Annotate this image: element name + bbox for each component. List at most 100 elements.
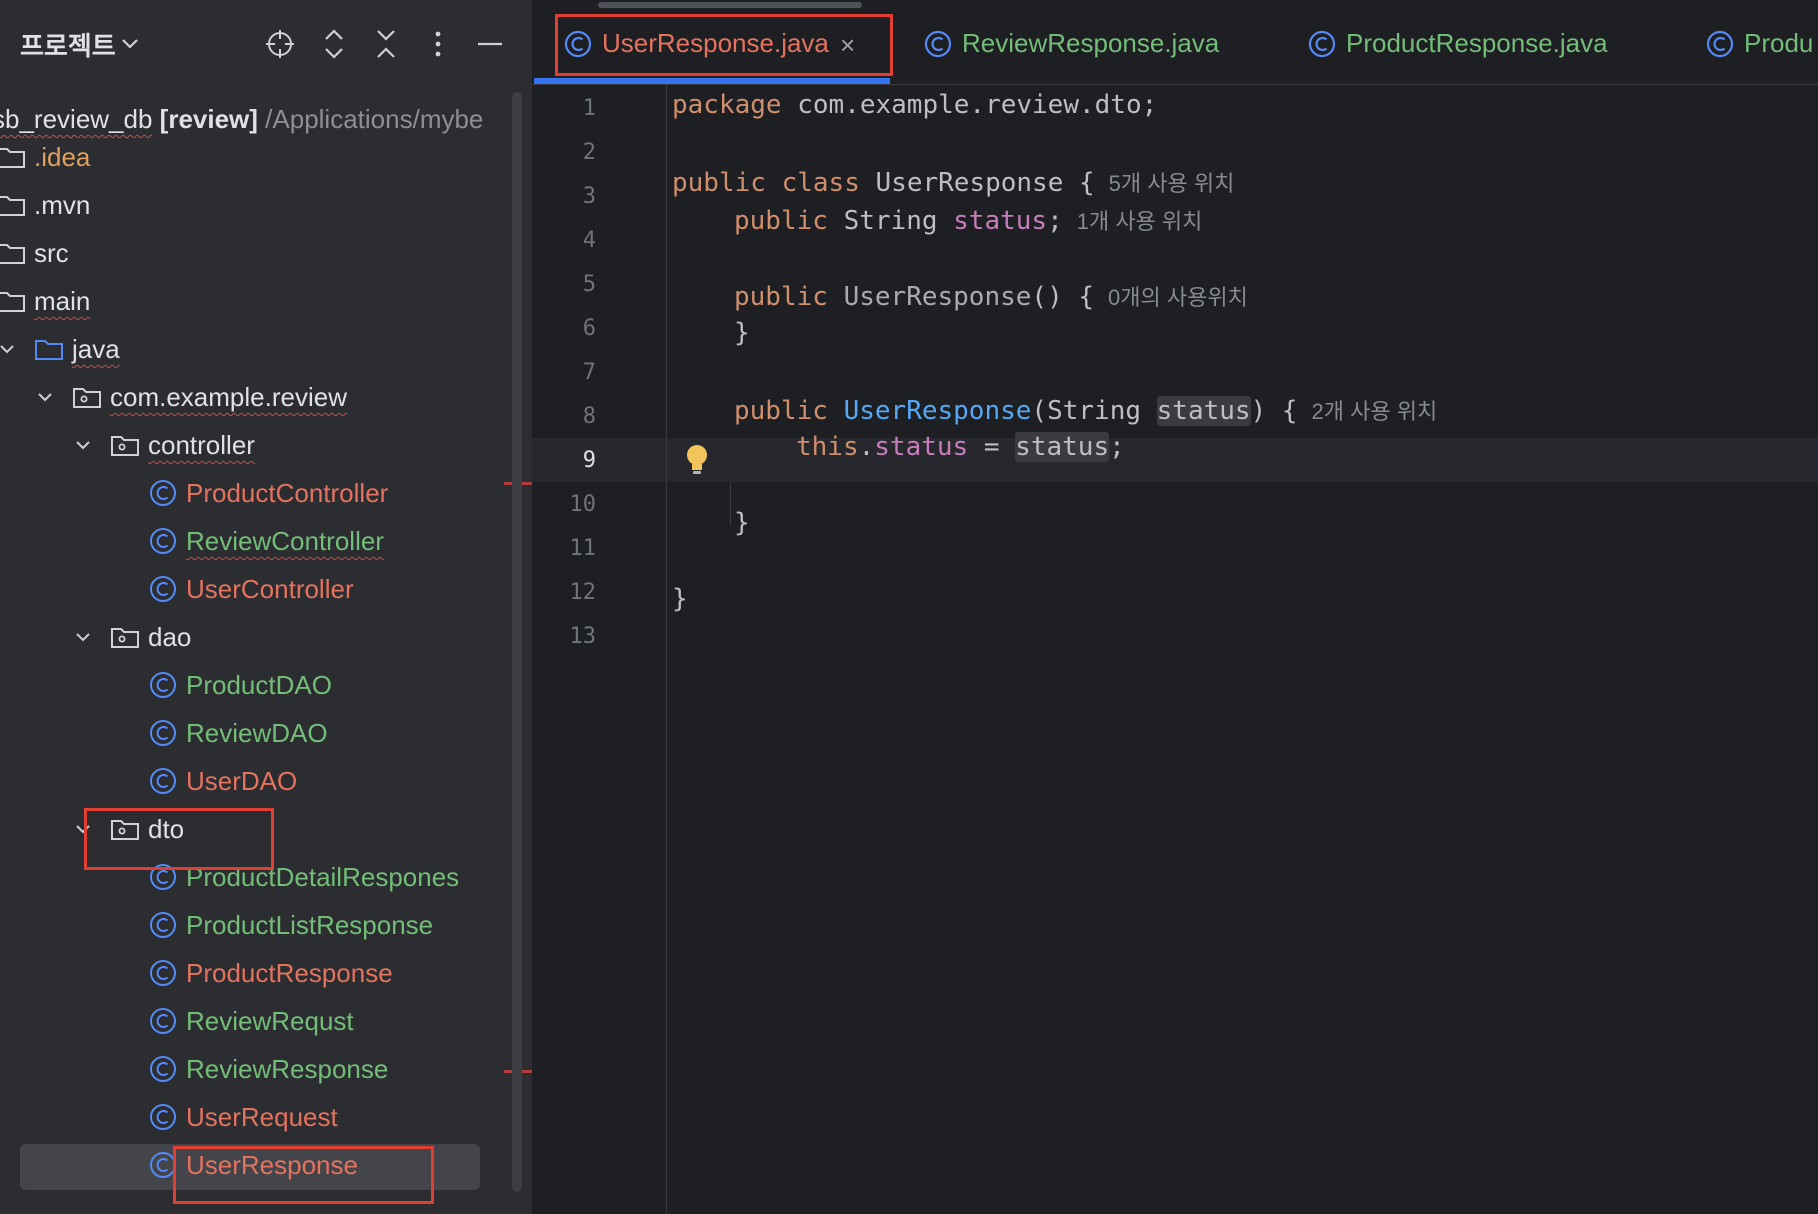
code-line-11: } bbox=[734, 508, 750, 538]
code-line-12: } bbox=[672, 584, 688, 614]
line-number[interactable]: 10 bbox=[532, 492, 597, 517]
line-number[interactable]: 13 bbox=[532, 624, 597, 649]
tree-item-reviewdao[interactable]: ReviewDAO bbox=[0, 710, 532, 756]
tree-item-productcontroller[interactable]: ProductController bbox=[0, 470, 532, 516]
tree-item-label: ProductListResponse bbox=[186, 910, 434, 940]
tree-item-label: ProductResponse bbox=[186, 958, 393, 988]
project-tree: sb_review_db [review] /Applications/mybe… bbox=[0, 0, 532, 1214]
chevron-down-icon[interactable] bbox=[74, 436, 92, 454]
project-tool-window: 프로젝트 sb_review_db [review] /Applications… bbox=[0, 0, 532, 1214]
class-icon bbox=[150, 1056, 176, 1082]
line-number[interactable]: 7 bbox=[532, 360, 596, 385]
class-icon bbox=[150, 960, 176, 986]
tab-productresponse-java[interactable]: ProductResponse.java bbox=[1298, 14, 1658, 74]
tree-scrollbar[interactable] bbox=[512, 92, 522, 1192]
class-icon bbox=[150, 768, 176, 794]
tree-item-label: ProductDAO bbox=[186, 670, 332, 700]
gutter-divider bbox=[666, 84, 667, 1214]
line-number-gutter[interactable]: 1 2 3 4 5 6 7 8 9 10 11 12 13 bbox=[532, 84, 666, 1214]
tree-item-label: controller bbox=[148, 430, 255, 460]
class-icon bbox=[150, 912, 176, 938]
lightbulb-icon[interactable] bbox=[684, 443, 710, 477]
tree-item-controller[interactable]: controller bbox=[0, 422, 532, 468]
annotation-box-dto-package bbox=[84, 808, 274, 870]
tree-item-label: UserController bbox=[186, 574, 354, 604]
class-icon bbox=[150, 1008, 176, 1034]
tree-item-mvn[interactable]: .mvn bbox=[0, 182, 532, 228]
code-line-7: } bbox=[734, 318, 750, 348]
tree-item-reviewcontroller[interactable]: ReviewController bbox=[0, 518, 532, 564]
tree-item-label: ProductController bbox=[186, 478, 389, 508]
tree-item-reviewrequst[interactable]: ReviewRequst bbox=[0, 998, 532, 1044]
tree-item-userrequest[interactable]: UserRequest bbox=[0, 1094, 532, 1140]
folder-icon bbox=[0, 148, 25, 168]
class-icon bbox=[150, 576, 176, 602]
folder-icon bbox=[0, 196, 25, 216]
class-icon bbox=[150, 672, 176, 698]
package-icon bbox=[111, 628, 139, 648]
tree-item-idea[interactable]: .idea bbox=[0, 134, 532, 180]
tree-item-productresponse[interactable]: ProductResponse bbox=[0, 950, 532, 996]
tree-item-label: .idea bbox=[34, 142, 91, 172]
line-number[interactable]: 5 bbox=[532, 272, 596, 297]
line-number[interactable]: 12 bbox=[532, 580, 597, 605]
tree-item-src[interactable]: src bbox=[0, 230, 532, 276]
line-number[interactable]: 9 bbox=[532, 448, 596, 473]
project-root-name: sb_review_db bbox=[0, 104, 153, 134]
tab-label: ProductResponse.java bbox=[1346, 28, 1608, 58]
usages-inlay-hint[interactable]: 5개 사용 위치 bbox=[1109, 171, 1235, 196]
code-line-6: public UserResponse() {0개의 사용위치 bbox=[734, 282, 1248, 312]
tree-item-userdao[interactable]: UserDAO bbox=[0, 758, 532, 804]
current-line-highlight bbox=[532, 438, 1818, 482]
class-icon bbox=[1706, 30, 1734, 58]
code-line-10: this.status = status; bbox=[796, 432, 1125, 462]
line-number[interactable]: 4 bbox=[532, 228, 596, 253]
annotation-box-active-tab bbox=[555, 14, 893, 76]
source-folder-icon bbox=[35, 340, 63, 360]
chevron-down-icon[interactable] bbox=[74, 628, 92, 646]
project-root-path: /Applications/mybe bbox=[265, 104, 484, 134]
usages-inlay-hint[interactable]: 0개의 사용위치 bbox=[1108, 285, 1248, 310]
chevron-down-icon[interactable] bbox=[0, 340, 16, 358]
usages-inlay-hint[interactable]: 1개 사용 위치 bbox=[1077, 209, 1203, 234]
line-number[interactable]: 11 bbox=[532, 536, 597, 561]
tree-item-label: dao bbox=[148, 622, 192, 652]
tree-item-label: java bbox=[72, 334, 120, 364]
tree-item-dao[interactable]: dao bbox=[0, 614, 532, 660]
code-line-4: public String status; 1개 사용 위치 bbox=[734, 206, 1203, 236]
tab-produ-truncated[interactable]: Produ bbox=[1696, 14, 1818, 74]
tree-item-com-example-review[interactable]: com.example.review bbox=[0, 374, 532, 420]
folder-icon bbox=[0, 244, 25, 264]
line-number[interactable]: 3 bbox=[532, 184, 596, 209]
tree-item-label: main bbox=[34, 286, 91, 316]
tree-item-label: .mvn bbox=[34, 190, 91, 220]
line-number[interactable]: 6 bbox=[532, 316, 596, 341]
tab-reviewresponse-java[interactable]: ReviewResponse.java bbox=[914, 14, 1254, 74]
tree-item-reviewresponse[interactable]: ReviewResponse bbox=[0, 1046, 532, 1092]
tree-item-main[interactable]: main bbox=[0, 278, 532, 324]
line-number[interactable]: 2 bbox=[532, 140, 596, 165]
annotation-box-userresponse-file bbox=[173, 1146, 434, 1204]
project-root-module: [review] bbox=[159, 104, 258, 134]
folder-icon bbox=[0, 292, 25, 312]
package-icon bbox=[73, 388, 101, 408]
tree-item-productlistresponse[interactable]: ProductListResponse bbox=[0, 902, 532, 948]
tree-item-label: ReviewResponse bbox=[186, 1054, 389, 1084]
usages-inlay-hint[interactable]: 2개 사용 위치 bbox=[1312, 399, 1438, 424]
indent-guide bbox=[730, 482, 731, 526]
code-line-1: package com.example.review.dto; bbox=[672, 90, 1158, 120]
tree-item-usercontroller[interactable]: UserController bbox=[0, 566, 532, 612]
tab-bar-scrollbar[interactable] bbox=[598, 2, 862, 8]
class-icon bbox=[150, 1104, 176, 1130]
code-editor: UserResponse.java × ReviewResponse.java … bbox=[532, 0, 1818, 1214]
class-icon bbox=[150, 480, 176, 506]
line-number[interactable]: 8 bbox=[532, 404, 596, 429]
tree-item-java[interactable]: java bbox=[0, 326, 532, 372]
package-icon bbox=[111, 436, 139, 456]
tree-item-label: com.example.review bbox=[110, 382, 347, 412]
class-icon bbox=[1308, 30, 1336, 58]
chevron-down-icon[interactable] bbox=[36, 388, 54, 406]
tree-item-productdao[interactable]: ProductDAO bbox=[0, 662, 532, 708]
line-number[interactable]: 1 bbox=[532, 96, 596, 121]
tree-item-label: UserDAO bbox=[186, 766, 298, 796]
